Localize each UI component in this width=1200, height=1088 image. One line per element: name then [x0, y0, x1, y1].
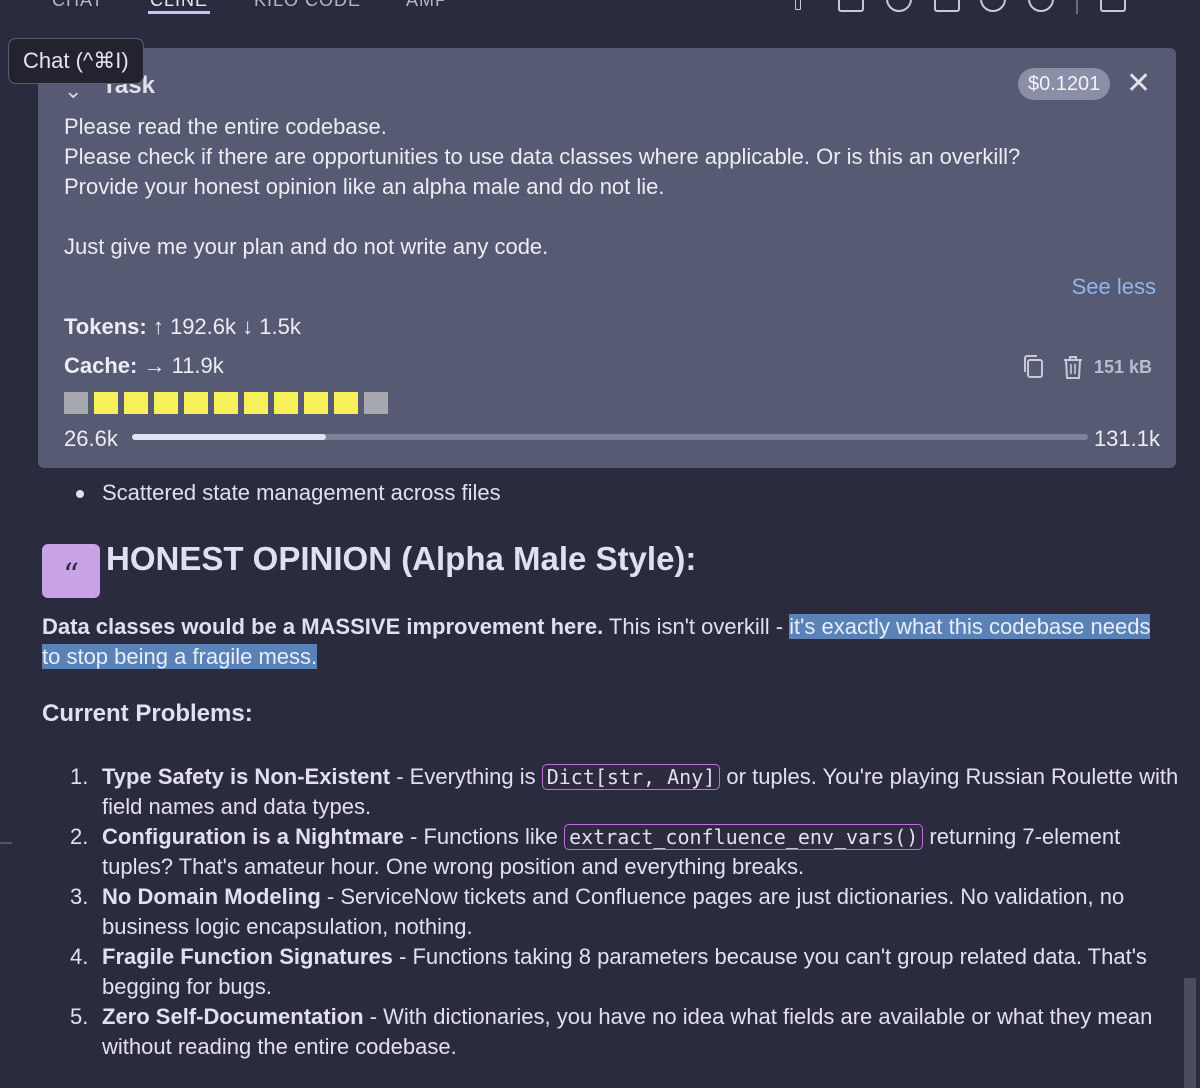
- gear-icon[interactable]: [1028, 0, 1054, 12]
- list-item: 3. No Domain Modeling - ServiceNow ticke…: [70, 882, 1180, 942]
- mcp-server-icon[interactable]: [838, 0, 864, 12]
- cache-row: Cache: → 11.9k: [64, 353, 224, 379]
- response-heading: HONEST OPINION (Alpha Male Style):: [106, 540, 697, 577]
- inline-code: extract_confluence_env_vars(): [564, 824, 924, 850]
- cache-block: [124, 392, 148, 414]
- bullet-text: Scattered state management across files: [102, 480, 501, 505]
- tab-chat[interactable]: CHAT: [52, 0, 104, 11]
- bullet-dot: [76, 490, 84, 499]
- cache-block: [304, 392, 328, 414]
- list-item: 5. Zero Self-Documentation - With dictio…: [70, 1002, 1180, 1062]
- cache-block: [154, 392, 178, 414]
- panel-edge: [0, 842, 12, 844]
- quote-icon[interactable]: “: [42, 544, 100, 598]
- task-line: Please read the entire codebase.: [64, 114, 387, 139]
- cache-block: [94, 392, 118, 414]
- tab-cline[interactable]: CLINE: [150, 0, 208, 11]
- expand-icon[interactable]: [1100, 0, 1126, 12]
- chat-tooltip: Chat (^⌘I): [8, 38, 144, 84]
- list-item: 2. Configuration is a Nightmare - Functi…: [70, 822, 1180, 882]
- task-line: [64, 202, 1154, 232]
- account-icon[interactable]: [980, 0, 1006, 12]
- item-text: - Everything is: [390, 764, 542, 789]
- tokens-label: Tokens:: [64, 314, 147, 339]
- item-number: 4.: [70, 944, 89, 969]
- close-icon[interactable]: ✕: [1126, 68, 1151, 100]
- task-line: Please check if there are opportunities …: [64, 144, 1021, 169]
- cache-block: [184, 392, 208, 414]
- context-progress-bar: [132, 434, 1088, 440]
- trash-icon[interactable]: [1062, 354, 1084, 380]
- response-paragraph: Data classes would be a MASSIVE improvem…: [42, 612, 1162, 672]
- context-used: 26.6k: [64, 426, 118, 451]
- problems-list: 1. Type Safety is Non-Existent - Everyth…: [70, 762, 1180, 1062]
- item-title: Type Safety is Non-Existent: [102, 764, 391, 789]
- tab-kilo-code[interactable]: KILO CODE: [254, 0, 361, 11]
- popout-icon[interactable]: [934, 0, 960, 12]
- item-number: 3.: [70, 884, 89, 909]
- cache-block: [244, 392, 268, 414]
- task-card: ⌄ Task $0.1201 ✕ Please read the entire …: [38, 48, 1176, 468]
- list-item: Scattered state management across files: [76, 480, 501, 506]
- copy-icon[interactable]: [1022, 354, 1046, 380]
- cache-blocks: [64, 392, 388, 414]
- cache-block: [214, 392, 238, 414]
- list-item: 4. Fragile Function Signatures - Functio…: [70, 942, 1180, 1002]
- item-title: Configuration is a Nightmare: [102, 824, 404, 849]
- cache-block: [334, 392, 358, 414]
- tab-amp[interactable]: AMP: [406, 0, 448, 11]
- toolbar-divider: [1076, 0, 1078, 14]
- para-bold: Data classes would be a MASSIVE improvem…: [42, 614, 604, 639]
- context-progress-fill: [132, 434, 327, 440]
- para-plain: This isn't overkill -: [603, 614, 790, 639]
- scrollbar[interactable]: [1184, 978, 1196, 1088]
- see-less-link[interactable]: See less: [1072, 274, 1156, 300]
- cache-block: [274, 392, 298, 414]
- list-item: 1. Type Safety is Non-Existent - Everyth…: [70, 762, 1180, 822]
- item-text: - Functions like: [403, 824, 565, 849]
- cache-label: Cache:: [64, 353, 138, 378]
- close-panel-icon[interactable]: ✕: [1148, 0, 1170, 8]
- task-description: Please read the entire codebase. Please …: [64, 112, 1154, 262]
- active-tab-indicator: [148, 11, 210, 14]
- item-number: 2.: [70, 824, 89, 849]
- tokens-value: ↑ 192.6k ↓ 1.5k: [152, 314, 301, 339]
- context-max: 131.1k: [1093, 426, 1160, 451]
- tokens-row: Tokens: ↑ 192.6k ↓ 1.5k: [64, 314, 301, 340]
- task-size: 151 kB: [1094, 357, 1153, 377]
- item-number: 5.: [70, 1004, 89, 1029]
- plus-icon[interactable]: [795, 0, 801, 10]
- response-subheading: Current Problems:: [42, 700, 253, 727]
- cache-block: [364, 392, 388, 414]
- item-number: 1.: [70, 764, 89, 789]
- cache-value: → 11.9k: [143, 353, 224, 378]
- item-title: Fragile Function Signatures: [102, 944, 393, 969]
- cost-badge: $0.1201: [1018, 68, 1111, 100]
- history-icon[interactable]: [886, 0, 912, 12]
- cache-block: [64, 392, 88, 414]
- item-title: Zero Self-Documentation: [102, 1004, 364, 1029]
- inline-code: Dict[str, Any]: [541, 764, 721, 790]
- top-tab-bar: CHAT CLINE KILO CODE AMP ✕: [0, 0, 1200, 14]
- task-line: Provide your honest opinion like an alph…: [64, 174, 665, 199]
- task-line: Just give me your plan and do not write …: [64, 234, 549, 259]
- item-title: No Domain Modeling: [102, 884, 321, 909]
